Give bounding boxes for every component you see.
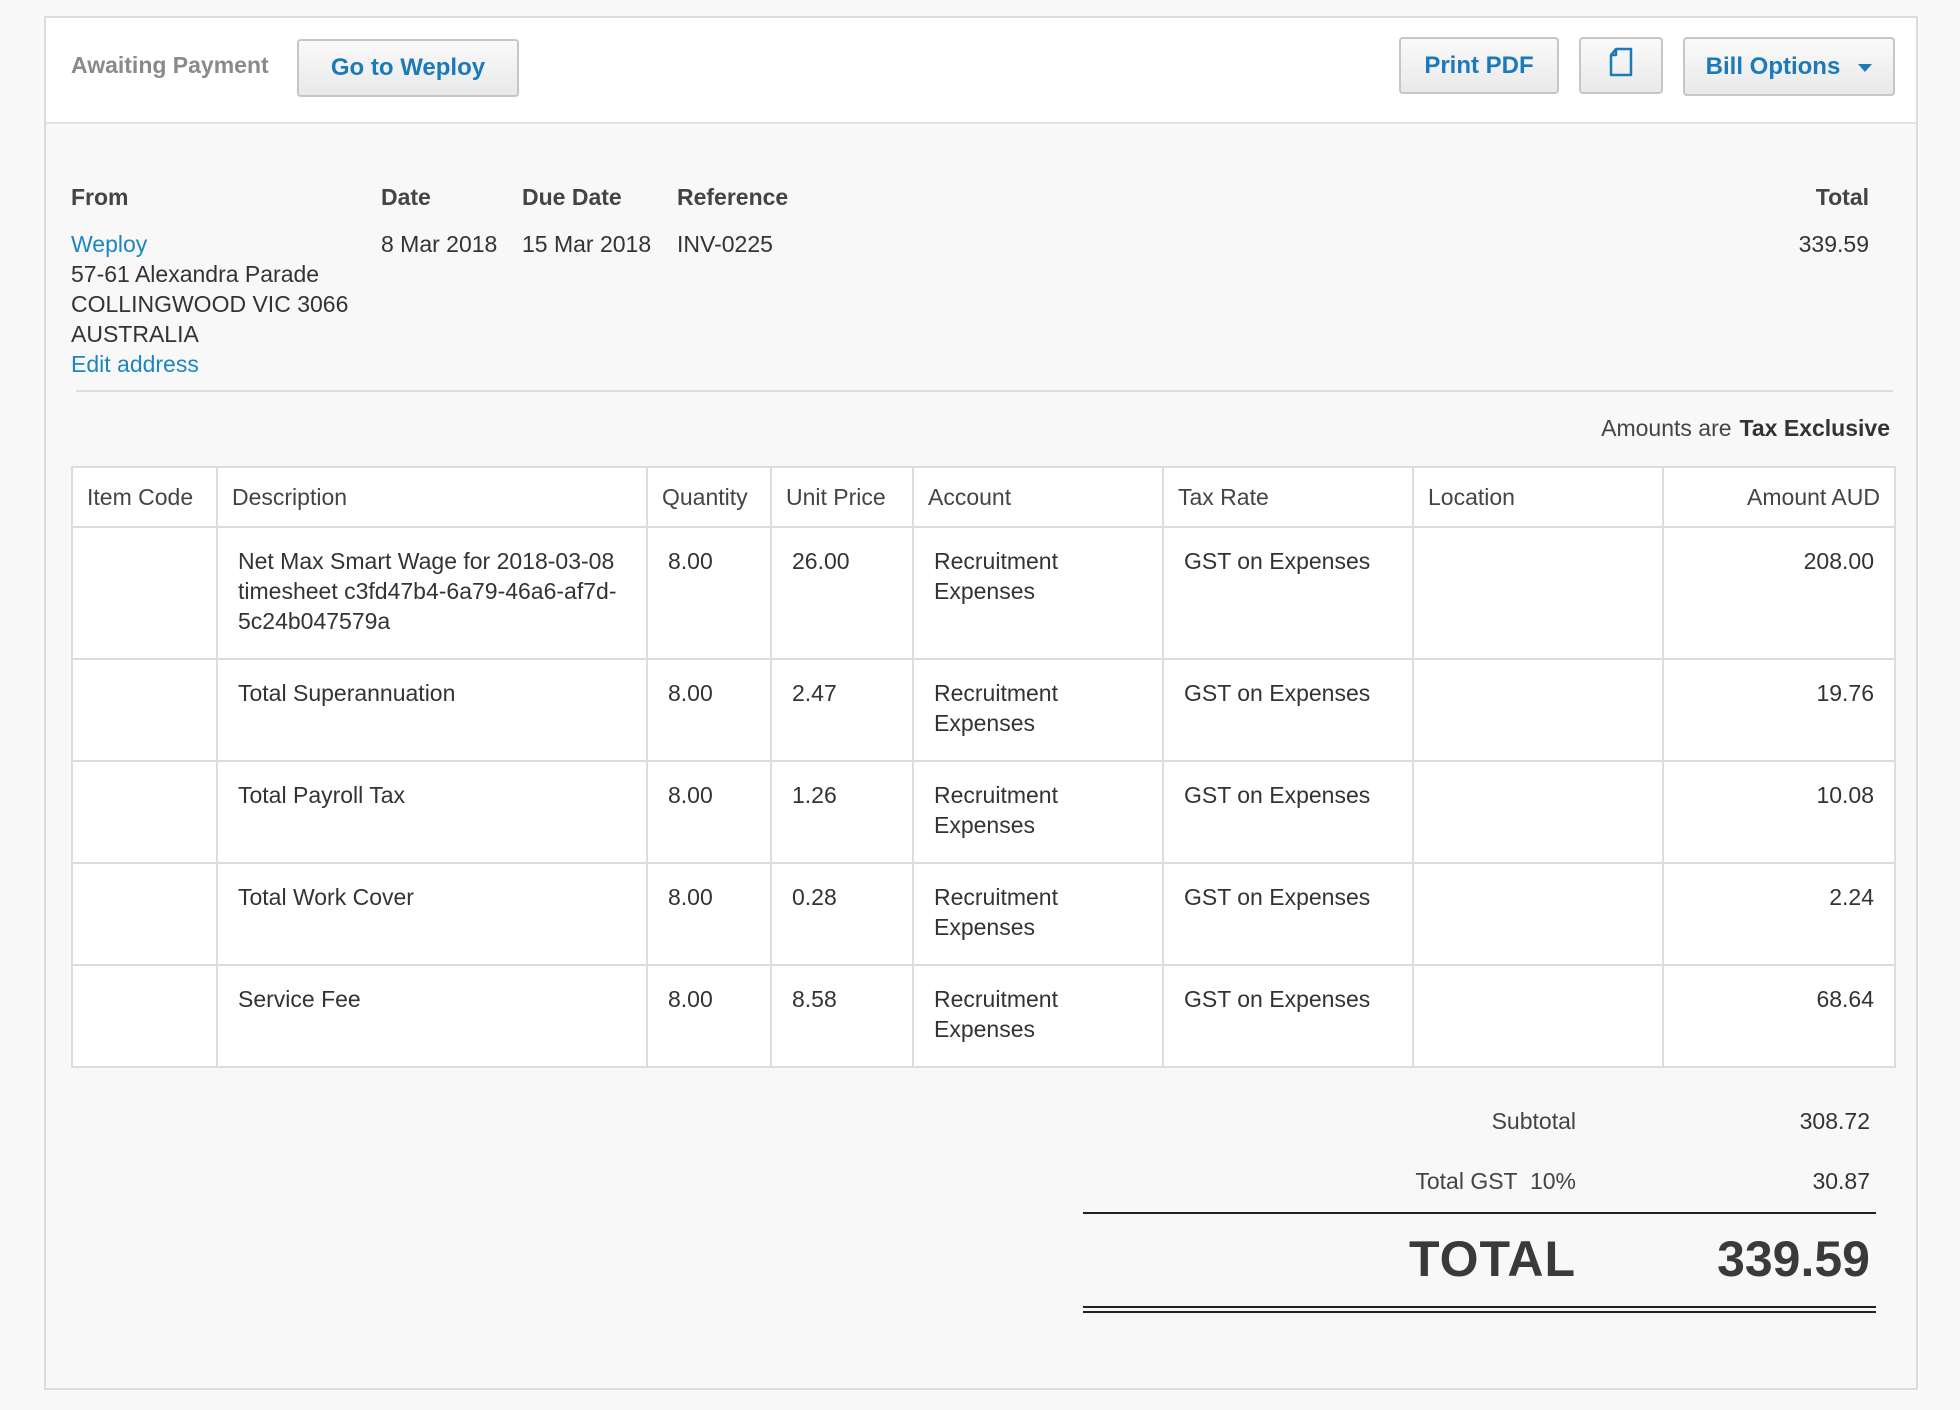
quantity-cell: 8.00 — [646, 964, 772, 1068]
tax-rate-cell: GST on Expenses — [1162, 526, 1414, 660]
bill-options-button[interactable]: Bill Options — [1683, 37, 1895, 96]
column-header-description: Description — [216, 466, 648, 528]
unit-price-cell: 26.00 — [770, 526, 914, 660]
column-header-tax-rate: Tax Rate — [1162, 466, 1414, 528]
unit-price-cell: 1.26 — [770, 760, 914, 864]
invoice-panel: Awaiting Payment Go to Weploy Print PDF … — [44, 16, 1918, 1390]
quantity-cell: 8.00 — [646, 526, 772, 660]
address-line: COLLINGWOOD VIC 3066 — [71, 291, 349, 317]
description-cell: Total Superannuation — [216, 658, 648, 762]
table-row: Total Superannuation 8.00 2.47 Recruitme… — [71, 658, 1896, 762]
reference-value: INV-0225 — [677, 231, 773, 257]
table-row: Service Fee 8.00 8.58 Recruitment Expens… — [71, 964, 1896, 1068]
date-label: Date — [381, 184, 431, 210]
address-line: AUSTRALIA — [71, 321, 199, 347]
amount-cell: 10.08 — [1662, 760, 1896, 864]
toolbar: Awaiting Payment Go to Weploy Print PDF … — [46, 18, 1916, 124]
description-cell: Service Fee — [216, 964, 648, 1068]
print-pdf-button[interactable]: Print PDF — [1399, 37, 1559, 94]
tax-rate-cell: GST on Expenses — [1162, 658, 1414, 762]
amount-cell: 208.00 — [1662, 526, 1896, 660]
item-code-cell — [71, 862, 218, 966]
line-items-table: Item Code Description Quantity Unit Pric… — [71, 466, 1896, 1068]
location-cell — [1412, 760, 1664, 864]
reference-label: Reference — [677, 184, 789, 210]
item-code-cell — [71, 964, 218, 1068]
table-row: Net Max Smart Wage for 2018-03-08 timesh… — [71, 526, 1896, 660]
unit-price-cell: 0.28 — [770, 862, 914, 966]
description-cell: Net Max Smart Wage for 2018-03-08 timesh… — [216, 526, 648, 660]
table-row: Total Work Cover 8.00 0.28 Recruitment E… — [71, 862, 1896, 966]
tax-mode-prefix: Amounts are — [1601, 415, 1732, 441]
subtotal-value: 308.72 — [1799, 1108, 1870, 1134]
date-value: 8 Mar 2018 — [381, 231, 498, 257]
document-copy-icon — [1608, 47, 1634, 84]
column-header-location: Location — [1412, 466, 1664, 528]
tax-rate-cell: GST on Expenses — [1162, 862, 1414, 966]
amount-cell: 19.76 — [1662, 658, 1896, 762]
status-label: Awaiting Payment — [71, 52, 269, 78]
quantity-cell: 8.00 — [646, 862, 772, 966]
totals-rule — [1083, 1212, 1876, 1214]
totals-double-rule — [1083, 1306, 1876, 1313]
unit-price-cell: 8.58 — [770, 964, 914, 1068]
print-pdf-label: Print PDF — [1424, 51, 1534, 79]
location-cell — [1412, 862, 1664, 966]
from-label: From — [71, 184, 129, 210]
gst-value: 30.87 — [1812, 1168, 1870, 1194]
item-code-cell — [71, 658, 218, 762]
location-cell — [1412, 964, 1664, 1068]
copy-bill-button[interactable] — [1579, 37, 1663, 94]
header-divider — [76, 390, 1893, 392]
account-cell: Recruitment Expenses — [912, 964, 1164, 1068]
amount-cell: 68.64 — [1662, 964, 1896, 1068]
table-header-row: Item Code Description Quantity Unit Pric… — [71, 466, 1896, 528]
location-cell — [1412, 526, 1664, 660]
supplier-link[interactable]: Weploy — [71, 229, 348, 259]
due-date-value: 15 Mar 2018 — [522, 231, 652, 257]
quantity-cell: 8.00 — [646, 658, 772, 762]
bill-options-label: Bill Options — [1705, 52, 1841, 80]
account-cell: Recruitment Expenses — [912, 760, 1164, 864]
column-header-quantity: Quantity — [646, 466, 772, 528]
go-to-weploy-label: Go to Weploy — [330, 54, 486, 81]
account-cell: Recruitment Expenses — [912, 526, 1164, 660]
from-block: Weploy 57-61 Alexandra Parade COLLINGWOO… — [71, 229, 348, 379]
description-cell: Total Work Cover — [216, 862, 648, 966]
column-header-account: Account — [912, 466, 1164, 528]
tax-rate-cell: GST on Expenses — [1162, 964, 1414, 1068]
location-cell — [1412, 658, 1664, 762]
subtotal-label: Subtotal — [1491, 1108, 1576, 1134]
column-header-amount: Amount AUD — [1662, 466, 1896, 528]
total-value: 339.59 — [1798, 231, 1869, 257]
item-code-cell — [71, 760, 218, 864]
column-header-item-code: Item Code — [71, 466, 218, 528]
description-cell: Total Payroll Tax — [216, 760, 648, 864]
item-code-cell — [71, 526, 218, 660]
account-cell: Recruitment Expenses — [912, 658, 1164, 762]
chevron-down-icon — [1858, 63, 1873, 72]
gst-label: Total GST 10% — [1415, 1168, 1576, 1194]
quantity-cell: 8.00 — [646, 760, 772, 864]
due-date-label: Due Date — [522, 184, 622, 210]
edit-address-link[interactable]: Edit address — [71, 349, 348, 379]
go-to-weploy-button[interactable]: Go to Weploy — [297, 39, 519, 97]
grand-total-value: 339.59 — [1717, 1231, 1870, 1287]
table-row: Total Payroll Tax 8.00 1.26 Recruitment … — [71, 760, 1896, 864]
total-label: Total — [1815, 184, 1869, 210]
amount-cell: 2.24 — [1662, 862, 1896, 966]
tax-mode-value: Tax Exclusive — [1739, 415, 1890, 441]
column-header-unit-price: Unit Price — [770, 466, 914, 528]
address-line: 57-61 Alexandra Parade — [71, 261, 320, 287]
tax-rate-cell: GST on Expenses — [1162, 760, 1414, 864]
unit-price-cell: 2.47 — [770, 658, 914, 762]
tax-mode-note: Amounts are Tax Exclusive — [1601, 415, 1890, 442]
account-cell: Recruitment Expenses — [912, 862, 1164, 966]
grand-total-label: TOTAL — [1408, 1231, 1576, 1287]
